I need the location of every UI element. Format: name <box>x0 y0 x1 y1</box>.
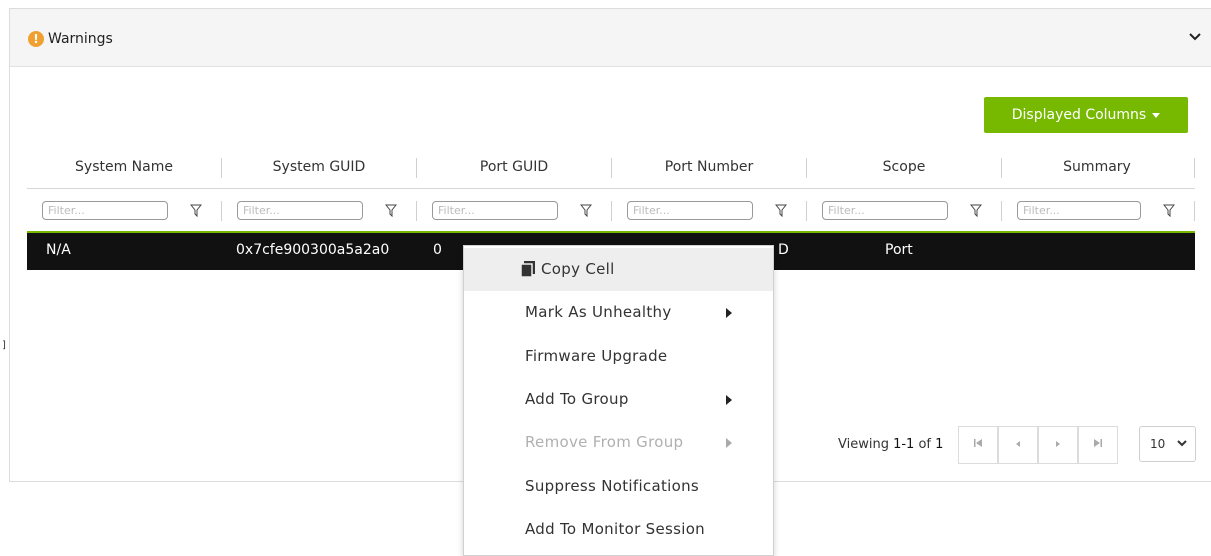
next-page-button[interactable] <box>1038 426 1078 464</box>
viewing-total: 1 <box>935 437 944 452</box>
menu-item-mark-as-unhealthy[interactable]: Mark As Unhealthy <box>464 291 773 334</box>
column-header-summary[interactable]: Summary <box>1002 146 1192 188</box>
displayed-columns-label: Displayed Columns <box>1011 107 1147 123</box>
column-separator <box>806 201 807 221</box>
prev-page-icon <box>1016 441 1020 447</box>
filter-input-system-guid[interactable] <box>237 201 363 220</box>
menu-item-label: Add To Monitor Session <box>525 520 705 538</box>
column-header-scope[interactable]: Scope <box>807 146 1001 188</box>
column-separator <box>1194 201 1195 221</box>
menu-item-label: Copy Cell <box>541 260 615 278</box>
filter-icon[interactable] <box>385 204 397 217</box>
panel-header[interactable]: ! Warnings <box>10 9 1211 67</box>
menu-item-suppress-notifications[interactable]: Suppress Notifications <box>464 465 773 508</box>
column-header-port-guid[interactable]: Port GUID <box>417 146 611 188</box>
menu-item-add-to-group[interactable]: Add To Group <box>464 378 773 421</box>
first-page-icon <box>974 439 982 447</box>
column-separator <box>1001 201 1002 221</box>
chevron-down-icon <box>1177 440 1187 447</box>
column-separator <box>611 201 612 221</box>
cell-scope[interactable]: Port <box>885 233 913 270</box>
page-size-select[interactable]: 10 <box>1139 426 1196 462</box>
menu-item-label: Add To Group <box>525 390 629 408</box>
warning-icon: ! <box>28 31 44 47</box>
filter-input-port-guid[interactable] <box>432 201 558 220</box>
page-size-value: 10 <box>1150 437 1166 451</box>
cell-system-guid[interactable]: 0x7cfe900300a5a2a0 <box>236 233 389 270</box>
edge-marker: ] <box>2 340 6 351</box>
prev-page-button[interactable] <box>998 426 1038 464</box>
chevron-down-icon[interactable] <box>1187 29 1203 45</box>
menu-item-label: Mark As Unhealthy <box>525 303 672 321</box>
copy-icon <box>520 261 535 278</box>
menu-item-label: Remove From Group <box>525 433 684 451</box>
last-page-icon <box>1094 439 1102 447</box>
menu-item-copy-cell[interactable]: Copy Cell <box>464 248 773 291</box>
first-page-button[interactable] <box>958 426 998 464</box>
column-separator <box>221 201 222 221</box>
filter-icon[interactable] <box>190 204 202 217</box>
panel-title: Warnings <box>48 31 113 47</box>
filter-input-summary[interactable] <box>1017 201 1141 220</box>
filter-input-system-name[interactable] <box>42 201 168 220</box>
header-row: System Name System GUID Port GUID Port N… <box>27 146 1195 189</box>
viewing-of: of <box>914 437 936 452</box>
menu-item-firmware-upgrade[interactable]: Firmware Upgrade <box>464 335 773 378</box>
menu-item-label: Firmware Upgrade <box>525 347 668 365</box>
viewing-range: 1-1 <box>893 437 915 452</box>
filter-input-port-number[interactable] <box>627 201 753 220</box>
filter-icon[interactable] <box>775 204 787 217</box>
cell-port-number[interactable]: D <box>778 233 789 270</box>
filter-row <box>27 189 1195 233</box>
column-separator[interactable] <box>1194 158 1195 178</box>
cell-port-guid[interactable]: 0 <box>433 233 442 270</box>
column-header-system-name[interactable]: System Name <box>27 146 221 188</box>
submenu-arrow-icon <box>726 308 732 318</box>
menu-item-label: Suppress Notifications <box>525 477 700 495</box>
column-header-port-number[interactable]: Port Number <box>612 146 806 188</box>
filter-input-scope[interactable] <box>822 201 948 220</box>
filter-icon[interactable] <box>970 204 982 217</box>
filter-icon[interactable] <box>580 204 592 217</box>
submenu-arrow-icon <box>726 438 732 448</box>
column-separator <box>416 201 417 221</box>
context-menu: Copy Cell Mark As Unhealthy Firmware Upg… <box>463 245 774 556</box>
viewing-summary: Viewing 1-1 of 1 <box>838 437 943 452</box>
next-page-icon <box>1056 441 1060 447</box>
menu-item-remove-from-group: Remove From Group <box>464 421 773 464</box>
column-header-system-guid[interactable]: System GUID <box>222 146 416 188</box>
viewing-prefix: Viewing <box>838 437 894 452</box>
caret-down-icon <box>1152 112 1161 118</box>
last-page-button[interactable] <box>1078 426 1118 464</box>
filter-icon[interactable] <box>1163 204 1175 217</box>
cell-system-name[interactable]: N/A <box>46 233 71 270</box>
displayed-columns-button[interactable]: Displayed Columns <box>984 97 1188 133</box>
menu-item-add-to-monitor-session[interactable]: Add To Monitor Session <box>464 508 773 551</box>
submenu-arrow-icon <box>726 395 732 405</box>
